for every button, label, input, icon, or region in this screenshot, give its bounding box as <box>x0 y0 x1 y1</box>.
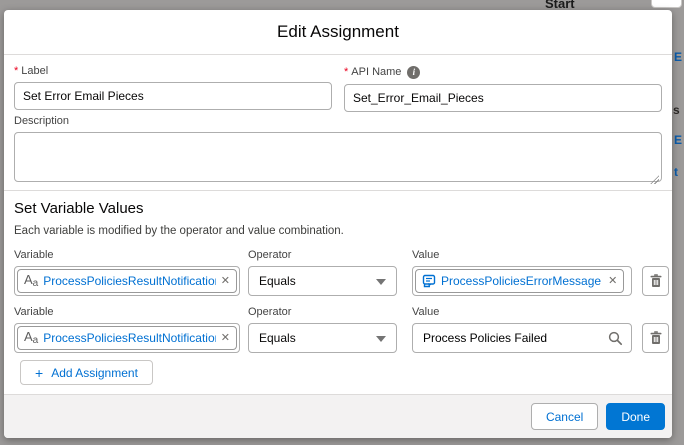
value-column-label: Value <box>412 307 632 318</box>
variable-pill[interactable]: Aa ProcessPoliciesResultNotificationBody… <box>17 269 237 293</box>
section-heading: Set Variable Values <box>14 200 144 217</box>
delete-row-button[interactable] <box>642 266 669 296</box>
cancel-button[interactable]: Cancel <box>531 403 598 430</box>
background-text-fragment: E <box>674 50 682 64</box>
assignment-row: Variable Aa ProcessPoliciesResultNotific… <box>14 250 669 296</box>
variable-combobox[interactable]: Aa ProcessPoliciesResultNotificationTitl… <box>14 323 240 353</box>
description-textarea[interactable] <box>14 132 662 182</box>
remove-pill-icon[interactable]: ✕ <box>608 276 617 287</box>
operator-select[interactable]: Equals <box>248 323 397 353</box>
text-type-icon: Aa <box>24 273 38 289</box>
chevron-down-icon <box>376 336 386 342</box>
add-assignment-button[interactable]: + Add Assignment <box>20 360 153 385</box>
variable-pill[interactable]: Aa ProcessPoliciesResultNotificationTitl… <box>17 326 237 350</box>
value-search-combobox[interactable] <box>412 323 632 353</box>
operator-select[interactable]: Equals <box>248 266 397 296</box>
info-icon[interactable]: i <box>407 66 420 79</box>
trash-icon <box>650 274 662 288</box>
value-pill[interactable]: ProcessPoliciesErrorMessage ✕ <box>415 269 624 293</box>
label-field-label: * Label <box>14 66 332 77</box>
background-card-fragment <box>651 0 682 8</box>
section-subtext: Each variable is modified by the operato… <box>14 225 344 237</box>
modal-title: Edit Assignment <box>277 22 399 42</box>
api-name-field-label: * API Name i <box>344 66 662 79</box>
modal-footer: Cancel Done <box>4 394 672 438</box>
operator-column-label: Operator <box>248 250 397 261</box>
variable-column-label: Variable <box>14 250 240 261</box>
description-field: Description <box>14 116 662 187</box>
operator-column-label: Operator <box>248 307 397 318</box>
delete-row-button[interactable] <box>642 323 669 353</box>
api-name-input[interactable] <box>344 84 662 112</box>
variable-combobox[interactable]: Aa ProcessPoliciesResultNotificationBody… <box>14 266 240 296</box>
textarea-resize-handle[interactable] <box>650 175 659 184</box>
text-type-icon: Aa <box>24 330 38 346</box>
required-asterisk: * <box>14 66 18 77</box>
remove-pill-icon[interactable]: ✕ <box>221 333 230 344</box>
search-icon <box>608 331 623 346</box>
edit-assignment-modal: Edit Assignment * Label * API Name i Des… <box>4 10 672 438</box>
section-divider <box>4 190 672 191</box>
api-name-field: * API Name i <box>344 66 662 112</box>
chevron-down-icon <box>376 279 386 285</box>
background-text-fragment: t <box>674 165 678 179</box>
variable-column-label: Variable <box>14 307 240 318</box>
plus-icon: + <box>35 366 43 380</box>
done-button[interactable]: Done <box>606 403 665 430</box>
value-column-label: Value <box>412 250 632 261</box>
modal-header: Edit Assignment <box>4 10 672 55</box>
label-field: * Label <box>14 66 332 112</box>
value-combobox[interactable]: ProcessPoliciesErrorMessage ✕ <box>412 266 632 296</box>
required-asterisk: * <box>344 67 348 78</box>
label-input[interactable] <box>14 82 332 110</box>
trash-icon <box>650 331 662 345</box>
remove-pill-icon[interactable]: ✕ <box>221 276 230 287</box>
background-text-fragment: E <box>674 133 682 147</box>
assignment-row: Variable Aa ProcessPoliciesResultNotific… <box>14 307 669 353</box>
variable-icon <box>422 274 436 288</box>
description-field-label: Description <box>14 116 662 127</box>
background-text-fragment: s <box>673 103 680 117</box>
value-input[interactable] <box>413 325 631 351</box>
